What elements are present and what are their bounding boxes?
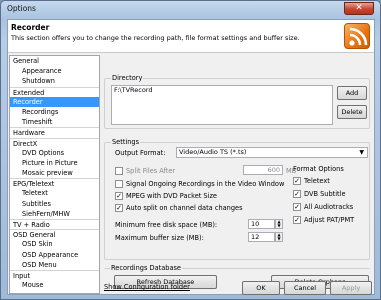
options-tree[interactable]: General Appearance Shutdown Extended Recorde… xyxy=(9,55,100,294)
tree-item[interactable]: Mosaic preview xyxy=(10,168,99,178)
dialog-footer: Show Configuration folder OK Cancel Appl… xyxy=(8,281,376,296)
max-buffer-label: Maximum buffer size (MB): xyxy=(115,234,204,242)
section-description: This section offers you to change the re… xyxy=(11,34,300,42)
tree-item[interactable]: Timeshift xyxy=(10,117,99,127)
rss-logo-icon xyxy=(344,23,370,49)
split-files-checkbox[interactable] xyxy=(115,167,123,175)
all-audiotracks-label: All Audiotracks xyxy=(304,203,354,211)
min-disk-field[interactable]: 10 xyxy=(248,219,275,229)
directory-group-label: Directory xyxy=(111,74,144,82)
tree-item[interactable]: OSD Menu xyxy=(10,260,99,270)
format-options-group: Format Options ✓ Teletext ✓ DVB Subtitle… xyxy=(290,165,368,245)
signal-ongoing-label: Signal Ongoing Recordings in the Video W… xyxy=(126,180,285,188)
section-title: Recorder xyxy=(11,23,50,32)
dialog-client: Recorder This section offers you to chan… xyxy=(7,19,375,295)
dvb-subtitle-label: DVB Subtitle xyxy=(304,190,346,198)
tree-item[interactable]: Input xyxy=(10,269,99,280)
tree-item[interactable]: General xyxy=(10,56,99,66)
output-format-value: Video/Audio TS (*.ts) xyxy=(179,148,247,156)
split-files-label: Split Files After xyxy=(126,167,176,175)
recordings-database-label: Recordings Database xyxy=(110,264,182,272)
mpeg-dvd-checkbox[interactable]: ✓ xyxy=(115,192,123,200)
apply-button[interactable]: Apply xyxy=(330,281,372,295)
tree-item[interactable]: Subtitles xyxy=(10,199,99,209)
tree-item[interactable]: Appearance xyxy=(10,66,99,76)
output-format-label: Output Format: xyxy=(115,149,166,157)
auto-split-checkbox[interactable]: ✓ xyxy=(115,204,123,212)
tree-item[interactable]: OSD General xyxy=(10,229,99,239)
window-title: Options xyxy=(7,4,36,13)
tree-item[interactable]: OSD Appearance xyxy=(10,250,99,260)
output-format-select[interactable]: Video/Audio TS (*.ts) ▼ xyxy=(176,147,368,158)
title-bar[interactable]: Options ✕ xyxy=(1,1,380,18)
directory-list[interactable]: F:\TVRecord xyxy=(111,85,333,125)
tree-item[interactable]: TV + Radio xyxy=(10,219,99,229)
min-disk-spinner[interactable]: ▲ ▼ xyxy=(275,219,283,229)
max-buffer-spinner[interactable]: ▲ ▼ xyxy=(275,232,283,242)
tree-item[interactable]: DVD Options xyxy=(10,148,99,158)
adjust-pat-label: Adjust PAT/PMT xyxy=(304,216,355,224)
tree-item[interactable]: DirectX xyxy=(10,137,99,148)
ok-button[interactable]: OK xyxy=(242,281,280,295)
tree-item[interactable]: Shutdown xyxy=(10,76,99,86)
directory-group: Directory F:\TVRecord Add Delete xyxy=(104,74,370,129)
auto-split-label: Auto split on channel data changes xyxy=(126,204,243,212)
add-directory-button[interactable]: Add xyxy=(337,86,367,100)
min-disk-label: Minimum free disk space (MB): xyxy=(115,221,218,229)
mpeg-dvd-label: MPEG with DVD Packet Size xyxy=(126,192,217,200)
tree-item[interactable]: SiehFern/MHW xyxy=(10,209,99,219)
close-button[interactable]: ✕ xyxy=(344,2,374,15)
teletext-label: Teletext xyxy=(304,177,330,185)
show-configuration-folder-link[interactable]: Show Configuration folder xyxy=(104,283,190,291)
teletext-checkbox[interactable]: ✓ xyxy=(293,177,301,185)
tree-item[interactable]: OSD Skin xyxy=(10,239,99,249)
split-size-field[interactable]: 600 xyxy=(243,165,283,175)
tree-item[interactable]: Hardware xyxy=(10,127,99,137)
tree-item[interactable]: Recorder xyxy=(10,96,99,107)
signal-ongoing-checkbox[interactable] xyxy=(115,180,123,188)
all-audiotracks-checkbox[interactable]: ✓ xyxy=(293,203,301,211)
options-window: Options ✕ Recorder This section offers y… xyxy=(0,0,381,300)
format-options-label: Format Options xyxy=(293,165,344,173)
section-header: Recorder This section offers you to chan… xyxy=(8,20,374,53)
tree-item[interactable]: EPG/Teletext xyxy=(10,178,99,188)
settings-group: Settings Output Format: Video/Audio TS (… xyxy=(104,138,370,260)
chevron-down-icon: ▼ xyxy=(359,149,364,156)
dvb-subtitle-checkbox[interactable]: ✓ xyxy=(293,190,301,198)
cancel-button[interactable]: Cancel xyxy=(284,281,326,295)
settings-group-label: Settings xyxy=(111,138,141,146)
max-buffer-field[interactable]: 12 xyxy=(248,232,275,242)
tree-item[interactable]: Picture in Picture xyxy=(10,158,99,168)
tree-item[interactable]: Recordings xyxy=(10,107,99,117)
adjust-pat-checkbox[interactable]: ✓ xyxy=(293,216,301,224)
tree-item[interactable]: Extended xyxy=(10,86,99,97)
close-icon: ✕ xyxy=(355,3,363,13)
tree-item[interactable]: Teletext xyxy=(10,188,99,198)
delete-directory-button[interactable]: Delete xyxy=(337,105,367,119)
